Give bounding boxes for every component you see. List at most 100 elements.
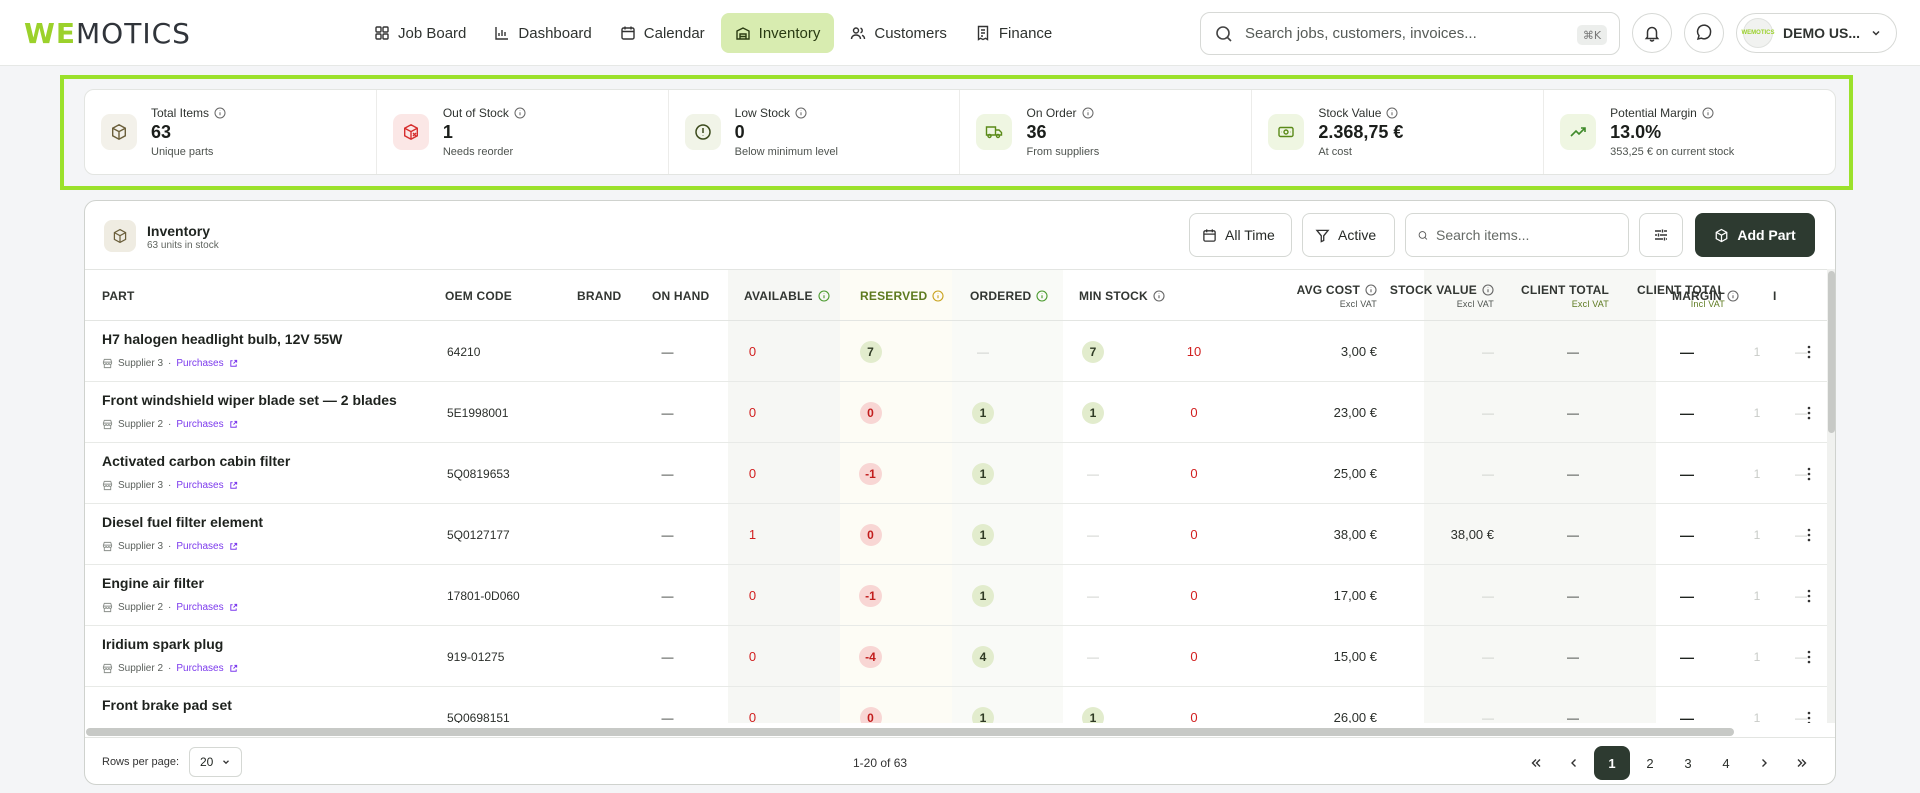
status-filter-button[interactable]: Active xyxy=(1302,213,1395,257)
trending-up-icon xyxy=(1560,114,1597,150)
items-search-input[interactable] xyxy=(1436,227,1616,243)
last-page-button[interactable] xyxy=(1784,746,1820,780)
header-label: BRAND xyxy=(577,288,622,303)
info-icon[interactable] xyxy=(818,289,830,302)
row-actions-button[interactable] xyxy=(1797,504,1821,565)
client-total-incl: — xyxy=(1680,343,1694,360)
nav-item-calendar[interactable]: Calendar xyxy=(608,13,717,53)
table-row[interactable]: H7 halogen headlight bulb, 12V 55W Suppli… xyxy=(85,321,1827,382)
table-row[interactable]: Diesel fuel filter element Supplier 3 · Pur… xyxy=(85,504,1827,565)
horizontal-scrollbar[interactable] xyxy=(86,728,1734,736)
page-button-1[interactable]: 1 xyxy=(1594,746,1630,780)
on-hand-cell: 0 xyxy=(730,382,775,443)
column-header-min-stock[interactable]: MIN STOCK xyxy=(1079,270,1165,321)
info-icon[interactable] xyxy=(214,107,226,119)
column-header-on-hand[interactable]: ON HAND xyxy=(652,270,709,321)
info-icon[interactable] xyxy=(1036,289,1048,302)
nav-item-dashboard[interactable]: Dashboard xyxy=(482,13,603,53)
info-icon[interactable] xyxy=(932,289,944,302)
info-icon[interactable] xyxy=(514,107,526,119)
purchases-link[interactable]: Purchases xyxy=(176,663,223,674)
page-button-4[interactable]: 4 xyxy=(1708,746,1744,780)
purchases-link[interactable]: Purchases xyxy=(176,541,223,552)
column-header-truncated[interactable]: I xyxy=(1773,270,1777,321)
next-page-button[interactable] xyxy=(1746,746,1782,780)
column-header-part[interactable]: PART xyxy=(102,270,135,321)
row-actions-button[interactable] xyxy=(1797,443,1821,504)
time-filter-button[interactable]: All Time xyxy=(1189,213,1292,257)
info-icon[interactable] xyxy=(795,107,807,119)
truncated-cell: 1 xyxy=(1751,321,1763,382)
wemotics-logo[interactable]: WE MOTICS xyxy=(24,17,191,50)
top-navigation-bar: WE MOTICS Job Board Dashboard Calendar In… xyxy=(0,0,1920,66)
table-row[interactable]: Activated carbon cabin filter Supplier 3 ·… xyxy=(85,443,1827,504)
client-total-excl-cell: — xyxy=(1525,504,1621,565)
nav-item-customers[interactable]: Customers xyxy=(838,13,959,53)
purchases-link[interactable]: Purchases xyxy=(176,358,223,369)
part-name[interactable]: Front brake pad set xyxy=(102,697,232,713)
page-button-3[interactable]: 3 xyxy=(1670,746,1706,780)
first-page-button[interactable] xyxy=(1518,746,1554,780)
info-icon[interactable] xyxy=(1153,289,1165,302)
info-icon[interactable] xyxy=(1386,107,1398,119)
global-search[interactable]: ⌘K xyxy=(1200,12,1620,55)
brand-cell: — xyxy=(645,687,690,724)
purchases-link[interactable]: Purchases xyxy=(176,480,223,491)
nav-item-inventory[interactable]: Inventory xyxy=(720,13,835,53)
truncated-value: 1 xyxy=(1753,710,1761,724)
info-icon[interactable] xyxy=(1082,107,1094,119)
oem-code-cell: 5Q0698151 xyxy=(447,687,510,724)
column-header-available[interactable]: AVAILABLE xyxy=(744,270,830,321)
part-name[interactable]: Activated carbon cabin filter xyxy=(102,453,290,469)
meta-separator: · xyxy=(168,541,172,552)
items-search[interactable] xyxy=(1405,213,1629,257)
ordered-value: — xyxy=(1087,649,1099,664)
nav-item-finance[interactable]: Finance xyxy=(963,13,1064,53)
messages-button[interactable] xyxy=(1684,13,1724,53)
chevrons-right-icon xyxy=(1797,759,1807,767)
oem-code-cell: 5Q0127177 xyxy=(447,504,510,565)
store-icon xyxy=(102,663,113,674)
part-name[interactable]: Iridium spark plug xyxy=(102,636,223,652)
vertical-scrollbar[interactable] xyxy=(1827,269,1835,723)
vertical-scroll-thumb[interactable] xyxy=(1828,271,1835,433)
column-header-reserved[interactable]: RESERVED xyxy=(860,270,944,321)
table-row[interactable]: Engine air filter Supplier 2 · Purchases 178… xyxy=(85,565,1827,626)
row-actions-button[interactable] xyxy=(1797,565,1821,626)
column-header-margin[interactable]: MARGIN xyxy=(1672,270,1739,321)
info-icon[interactable] xyxy=(1702,107,1714,119)
table-row[interactable]: Iridium spark plug Supplier 2 · Purchases 91… xyxy=(85,626,1827,687)
notifications-button[interactable] xyxy=(1632,13,1672,53)
rows-per-page-select[interactable]: 20 xyxy=(189,747,242,777)
row-actions-button[interactable] xyxy=(1797,626,1821,687)
ordered-badge: 1 xyxy=(1082,401,1104,424)
global-search-input[interactable] xyxy=(1245,25,1565,42)
row-actions-button[interactable] xyxy=(1797,382,1821,443)
part-name[interactable]: H7 halogen headlight bulb, 12V 55W xyxy=(102,331,342,347)
part-name[interactable]: Engine air filter xyxy=(102,575,204,591)
stat-label: Potential Margin xyxy=(1610,106,1697,120)
add-part-button[interactable]: Add Part xyxy=(1695,213,1815,257)
row-actions-button[interactable] xyxy=(1797,321,1821,382)
purchases-link[interactable]: Purchases xyxy=(176,602,223,613)
nav-item-job-board[interactable]: Job Board xyxy=(362,13,478,53)
purchases-link[interactable]: Purchases xyxy=(176,419,223,430)
user-menu-button[interactable]: WEMOTICS DEMO US... xyxy=(1736,13,1897,53)
info-icon[interactable] xyxy=(1727,289,1739,302)
pagination-range: 1-20 of 63 xyxy=(853,756,908,770)
column-header-brand[interactable]: BRAND xyxy=(577,270,621,321)
part-name[interactable]: Diesel fuel filter element xyxy=(102,514,263,530)
row-actions-button[interactable] xyxy=(1797,687,1821,723)
min-stock-cell: 0 xyxy=(1151,687,1237,723)
column-header-ordered[interactable]: ORDERED xyxy=(970,270,1048,321)
status-filter-label: Active xyxy=(1338,227,1377,243)
page-button-2[interactable]: 2 xyxy=(1632,746,1668,780)
part-name[interactable]: Front windshield wiper blade set — 2 bla… xyxy=(102,392,397,408)
column-settings-button[interactable] xyxy=(1639,213,1683,257)
previous-page-button[interactable] xyxy=(1556,746,1592,780)
table-row[interactable]: Front windshield wiper blade set — 2 bla… xyxy=(85,382,1827,443)
table-row[interactable]: Front brake pad setSupplier 3·Purchases5… xyxy=(85,687,1827,723)
truncated-value: 1 xyxy=(1753,649,1761,664)
column-header-oem-code[interactable]: OEM CODE xyxy=(445,270,512,321)
available-cell: -4 xyxy=(828,626,913,687)
